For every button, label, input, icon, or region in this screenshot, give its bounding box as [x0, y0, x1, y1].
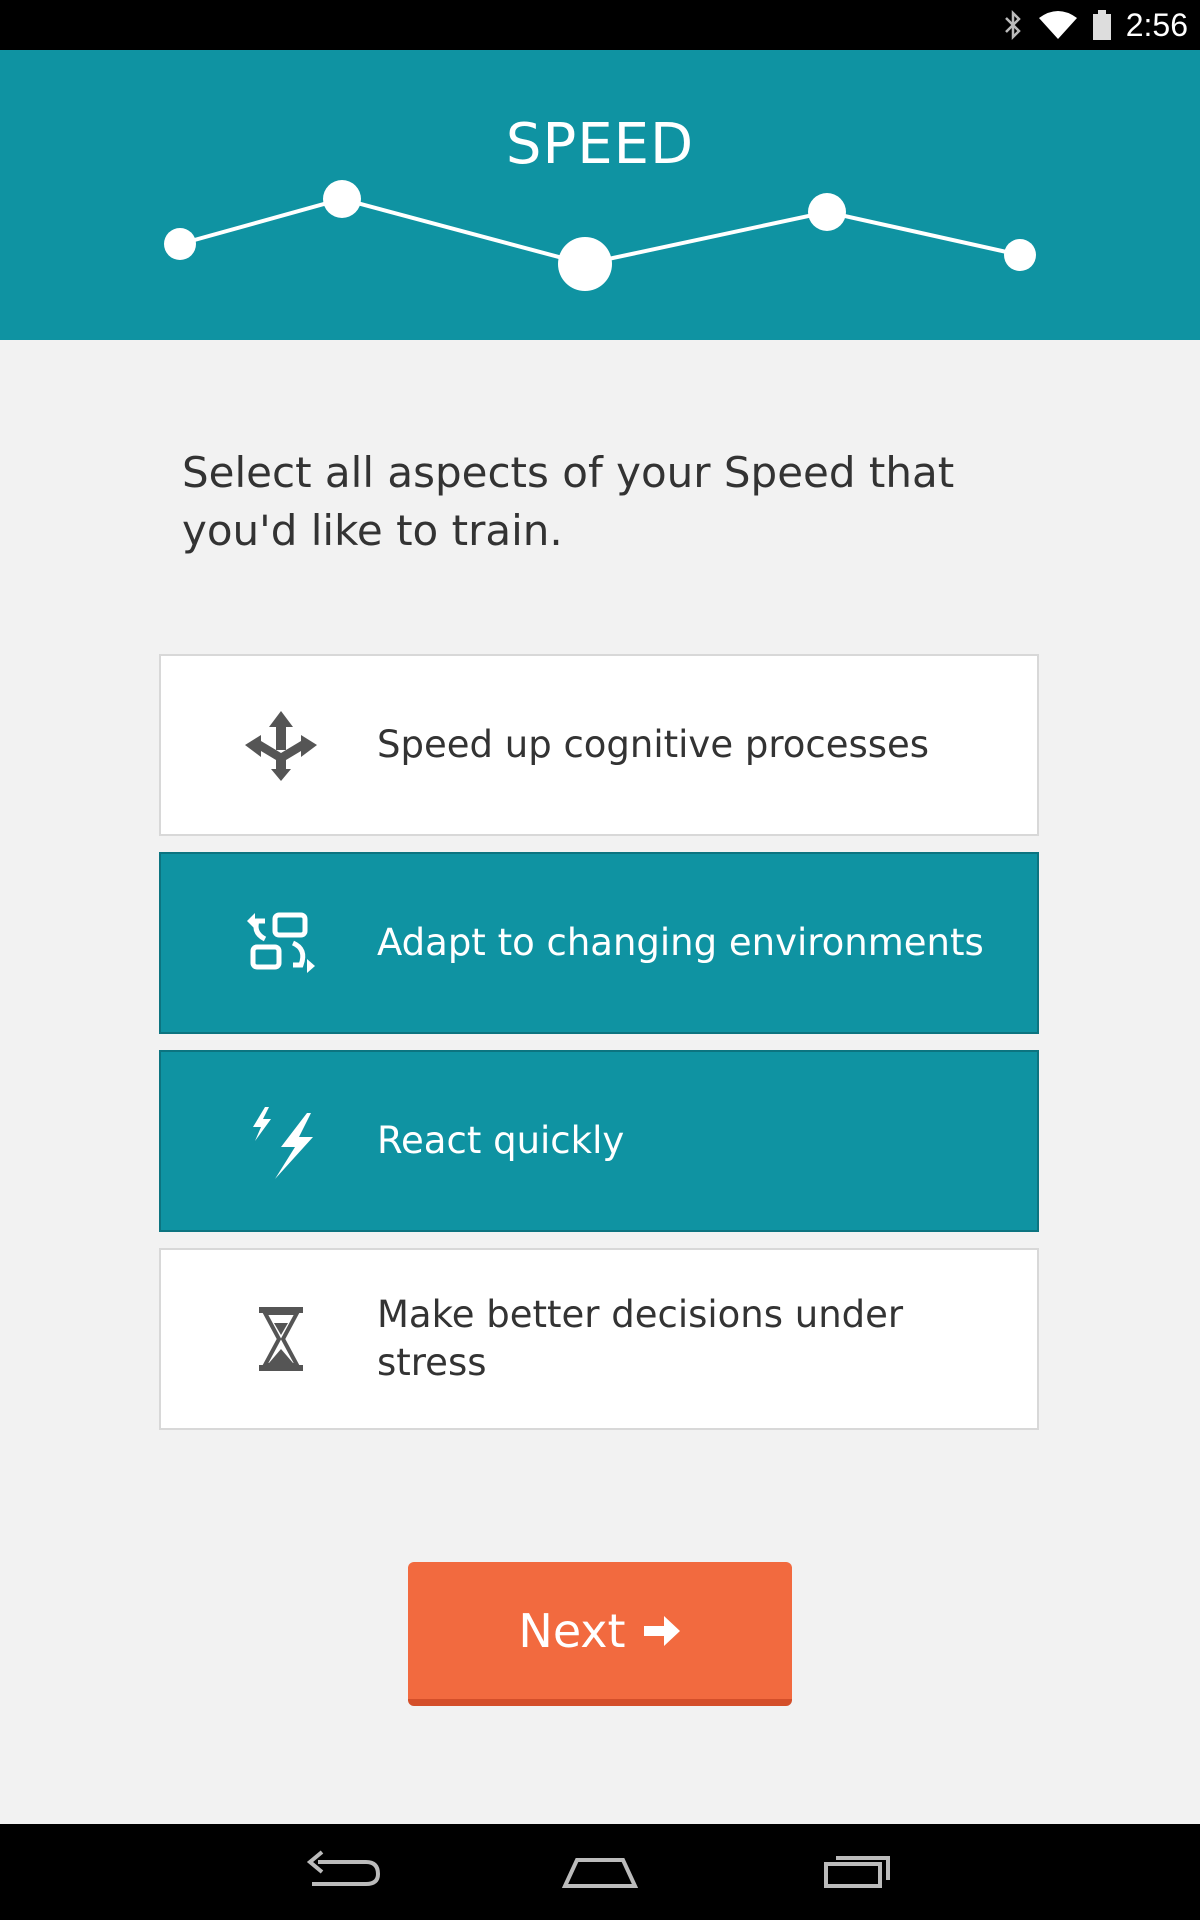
- navigation-bar: [0, 1824, 1200, 1920]
- instruction-text: Select all aspects of your Speed that yo…: [182, 448, 955, 555]
- progress-step-2: [323, 180, 361, 218]
- option-label: Make better decisions under stress: [377, 1293, 904, 1384]
- option-adapt-environments[interactable]: Adapt to changing environments: [159, 852, 1039, 1034]
- home-icon[interactable]: [555, 1844, 645, 1900]
- lightning-icon: [239, 1099, 323, 1183]
- bluetooth-icon: [1004, 9, 1021, 41]
- option-label: React quickly: [377, 1119, 625, 1162]
- status-time: 2:56: [1125, 6, 1188, 43]
- hourglass-icon: [239, 1297, 323, 1381]
- progress-step-1: [164, 228, 196, 260]
- battery-icon: [1092, 10, 1111, 40]
- option-decisions-under-stress[interactable]: Make better decisions under stress: [159, 1248, 1039, 1430]
- status-bar: 2:56: [0, 0, 1200, 50]
- back-icon[interactable]: [298, 1844, 388, 1900]
- next-button[interactable]: Next: [408, 1562, 792, 1706]
- option-label: Adapt to changing environments: [377, 921, 984, 964]
- progress-step-4: [808, 193, 846, 231]
- swap-icon: [239, 901, 323, 985]
- progress-step-3-current: [558, 237, 612, 291]
- arrow-right-icon: [643, 1615, 680, 1646]
- option-speed-up-cognitive[interactable]: Speed up cognitive processes: [159, 654, 1039, 836]
- wifi-icon: [1038, 11, 1077, 39]
- recents-icon[interactable]: [812, 1844, 902, 1900]
- progress-indicator: [164, 180, 1036, 291]
- header: SPEED: [0, 50, 1200, 340]
- next-button-label: Next: [518, 1603, 626, 1658]
- progress-step-5: [1004, 239, 1036, 271]
- arrows-diverge-icon: [239, 703, 323, 787]
- option-react-quickly[interactable]: React quickly: [159, 1050, 1039, 1232]
- option-label: Speed up cognitive processes: [377, 723, 930, 766]
